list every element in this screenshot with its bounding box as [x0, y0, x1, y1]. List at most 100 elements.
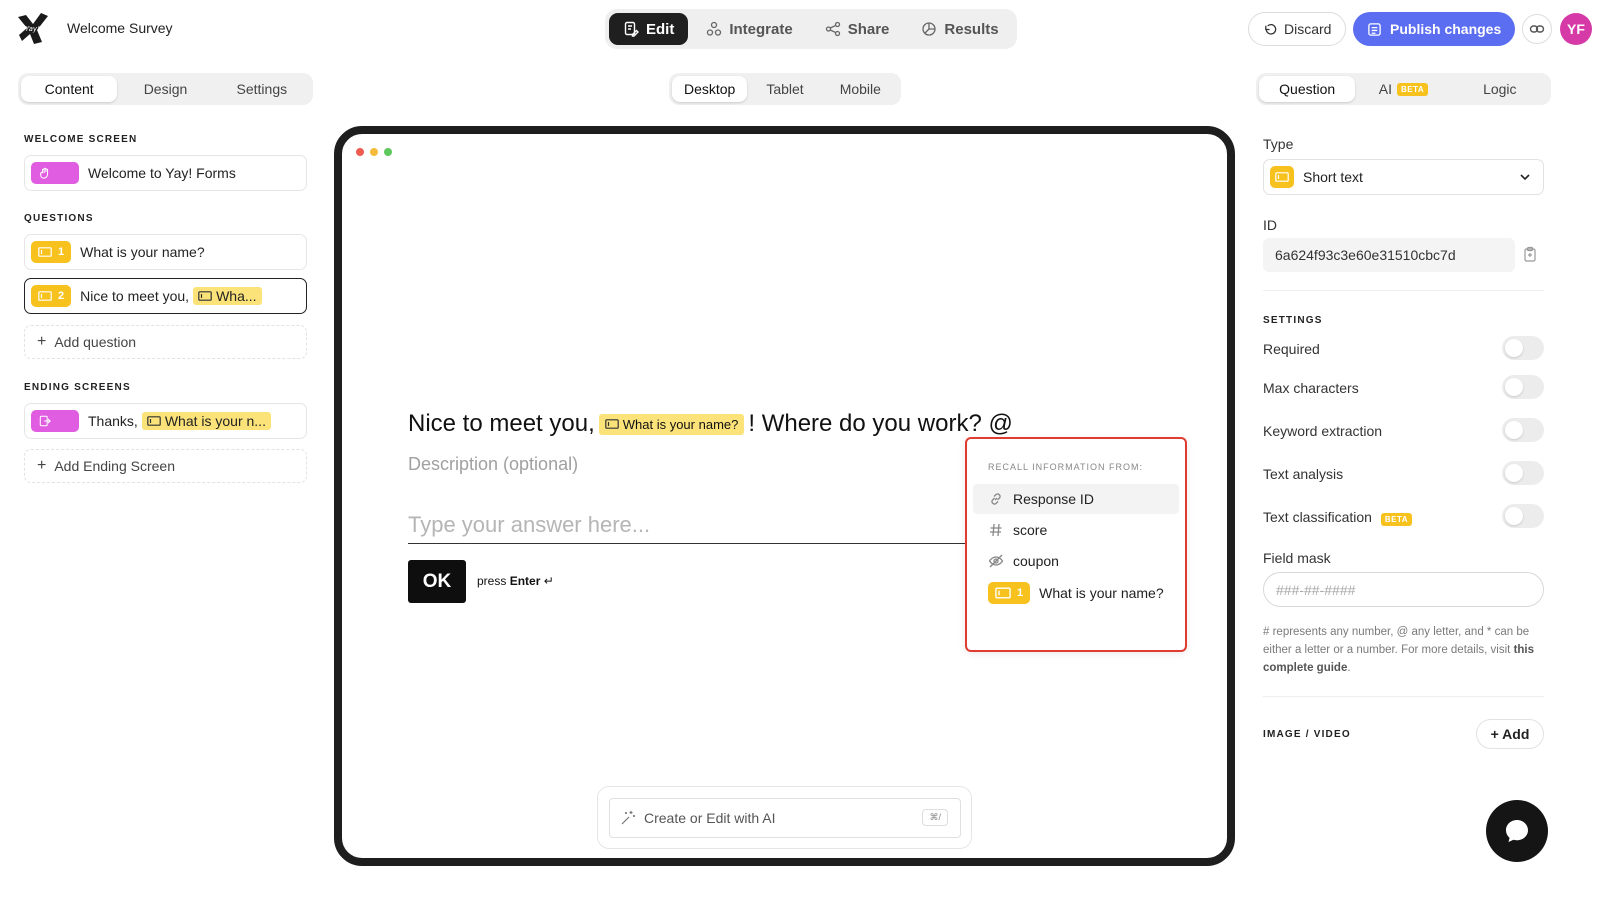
id-label: ID: [1263, 217, 1277, 233]
tab-question[interactable]: Question: [1259, 76, 1356, 102]
tab-ai[interactable]: AI BETA: [1355, 76, 1451, 102]
question-badge: 1: [31, 241, 72, 263]
recall-chip: What is your n...: [141, 412, 271, 430]
integrate-icon: [707, 21, 722, 36]
clipboard-icon[interactable]: [1522, 246, 1538, 262]
required-toggle[interactable]: [1502, 336, 1544, 360]
plus-icon: +: [37, 333, 47, 350]
enter-label: Enter: [509, 574, 541, 588]
tab-mobile[interactable]: Mobile: [823, 76, 898, 102]
exit-icon: [39, 415, 51, 427]
recall-menu-header: RECALL INFORMATION FROM:: [988, 462, 1144, 472]
nav-results[interactable]: Results: [907, 13, 1012, 45]
divider: [1263, 290, 1544, 291]
divider: [1263, 696, 1544, 697]
undo-icon: [1265, 23, 1277, 35]
tab-tablet[interactable]: Tablet: [747, 76, 822, 102]
recall-item-score[interactable]: score: [973, 515, 1179, 545]
field-mask-help: # represents any number, @ any letter, a…: [1263, 623, 1545, 677]
tab-ai-label: AI: [1378, 81, 1393, 97]
type-label: Type: [1263, 136, 1294, 152]
hash-icon: [990, 523, 1002, 537]
recall-information-menu: RECALL INFORMATION FROM: Response ID sco…: [965, 437, 1187, 652]
setting-text-classification-label: Text classification BETA: [1263, 509, 1413, 526]
setting-required-label: Required: [1263, 341, 1320, 357]
help-text-end: .: [1347, 662, 1351, 674]
magic-wand-icon: [621, 811, 635, 825]
max-characters-toggle[interactable]: [1502, 375, 1544, 399]
welcome-screen-item[interactable]: Welcome to Yay! Forms: [24, 155, 307, 191]
ending-screen-item[interactable]: Thanks, What is your n...: [24, 403, 307, 439]
question-number: 1: [58, 246, 65, 258]
welcome-item-label: Welcome to Yay! Forms: [88, 165, 236, 181]
tab-content[interactable]: Content: [21, 76, 118, 102]
discard-button[interactable]: Discard: [1248, 12, 1347, 46]
user-avatar[interactable]: YF: [1560, 13, 1592, 45]
recall-item-question-1[interactable]: 1 What is your name?: [973, 578, 1179, 608]
nav-edit[interactable]: Edit: [609, 13, 689, 45]
short-text-icon: [604, 419, 619, 429]
recall-item-coupon[interactable]: coupon: [973, 546, 1179, 576]
add-ending-screen-button[interactable]: + Add Ending Screen: [24, 449, 307, 483]
tab-desktop[interactable]: Desktop: [672, 76, 748, 102]
nav-results-label: Results: [944, 20, 999, 38]
ai-input[interactable]: Create or Edit with AI ⌘/: [609, 798, 961, 838]
recall-item-response-id[interactable]: Response ID: [973, 484, 1179, 514]
text-analysis-toggle[interactable]: [1502, 461, 1544, 485]
text-classification-toggle[interactable]: [1502, 504, 1544, 528]
question-text: Nice to meet you,: [80, 288, 190, 304]
minimize-dot: [370, 148, 378, 156]
nav-edit-label: Edit: [646, 20, 675, 38]
results-icon: [922, 22, 937, 36]
nav-share-label: Share: [847, 20, 890, 38]
recall-chip[interactable]: What is your name?: [598, 413, 745, 435]
beta-badge: BETA: [1397, 82, 1429, 96]
tab-design[interactable]: Design: [117, 76, 213, 102]
short-text-icon: [147, 416, 161, 426]
ending-screens-heading: ENDING SCREENS: [24, 382, 131, 393]
add-media-button[interactable]: + Add: [1476, 719, 1544, 749]
recall-chip: Wha...: [193, 287, 262, 305]
recall-chip-label: What is your n...: [164, 413, 266, 429]
yay-forms-logo[interactable]: Yay!: [16, 11, 50, 45]
question-title[interactable]: Nice to meet you, What is your name? ! W…: [408, 410, 1013, 438]
copy-link-button[interactable]: [1522, 14, 1552, 44]
tab-logic[interactable]: Logic: [1452, 76, 1548, 102]
question-number: 2: [58, 290, 65, 302]
link-icon: [1529, 25, 1545, 33]
question-id-field[interactable]: 6a624f93c3e60e31510cbc7d: [1263, 238, 1515, 272]
add-question-button[interactable]: + Add question: [24, 325, 307, 359]
hand-wave-icon: [40, 167, 49, 179]
question-item-1[interactable]: 1 What is your name?: [24, 234, 307, 270]
question-text: What is your name?: [80, 244, 205, 260]
ai-assistant-box: Create or Edit with AI ⌘/: [597, 786, 972, 849]
keyword-extraction-toggle[interactable]: [1502, 418, 1544, 442]
answer-input[interactable]: [408, 506, 970, 544]
field-mask-input[interactable]: [1263, 572, 1544, 607]
nav-integrate[interactable]: Integrate: [692, 13, 806, 45]
welcome-screen-heading: WELCOME SCREEN: [24, 134, 138, 145]
discard-label: Discard: [1284, 21, 1332, 37]
ok-button[interactable]: OK: [408, 560, 466, 603]
short-text-icon: [995, 587, 1011, 599]
question-badge: 1: [988, 582, 1031, 604]
question-description[interactable]: Description (optional): [408, 454, 578, 475]
recall-chip-label: What is your name?: [622, 416, 739, 432]
short-text-icon: [1275, 172, 1289, 182]
device-tabs: Desktop Tablet Mobile: [669, 73, 901, 105]
ending-badge: [31, 410, 79, 432]
short-text-icon: [198, 291, 212, 301]
form-title[interactable]: Welcome Survey: [67, 20, 173, 36]
tab-settings[interactable]: Settings: [214, 76, 310, 102]
question-type-select[interactable]: Short text: [1263, 159, 1544, 195]
question-item-2[interactable]: 2 Nice to meet you, Wha...: [24, 278, 307, 314]
chat-support-button[interactable]: [1486, 800, 1548, 862]
press-label: press: [477, 574, 507, 588]
keyboard-shortcut: ⌘/: [922, 809, 948, 826]
publish-changes-button[interactable]: Publish changes: [1353, 12, 1516, 46]
nav-integrate-label: Integrate: [729, 20, 793, 38]
nav-share[interactable]: Share: [811, 13, 904, 45]
questions-heading: QUESTIONS: [24, 213, 94, 224]
short-text-icon: [38, 291, 52, 301]
help-text: # represents any number, @ any letter, a…: [1263, 626, 1530, 656]
